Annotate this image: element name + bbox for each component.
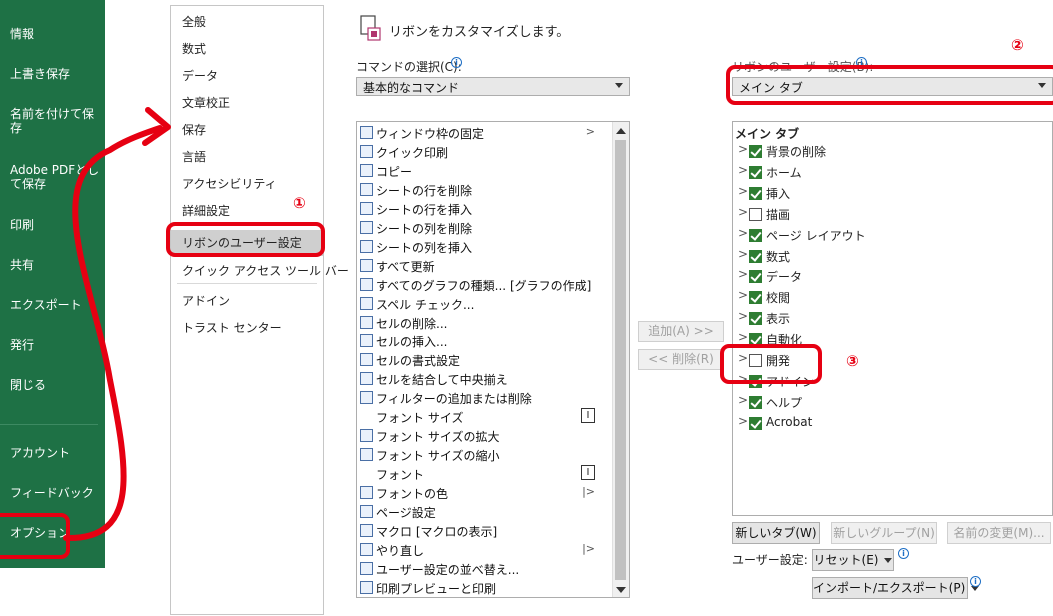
annotation-arrow <box>63 107 171 542</box>
